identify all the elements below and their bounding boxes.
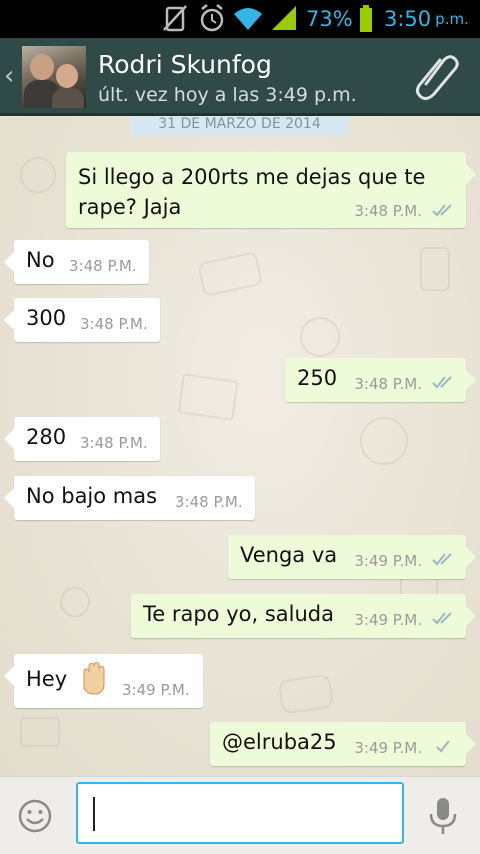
contact-name[interactable]: Rodri Skunfog [98, 50, 272, 79]
message-bubble-outgoing[interactable]: @elruba25 3:49 P.M. [210, 722, 476, 766]
battery-icon [360, 5, 372, 32]
message-bubble-incoming[interactable]: 280 3:48 P.M. [4, 417, 160, 461]
signal-icon [272, 6, 296, 30]
date-divider: 31 DE MARZO DE 2014 [130, 117, 349, 135]
message-text: Venga va [240, 543, 338, 567]
message-time: 3:49 P.M. [354, 739, 422, 757]
double-check-icon [432, 553, 452, 566]
message-time: 3:48 P.M. [69, 257, 137, 275]
composer-bar [0, 776, 480, 854]
message-bubble-outgoing[interactable]: 250 3:48 P.M. [285, 358, 476, 402]
message-bubble-outgoing[interactable]: Si llego a 200rts me dejas que te rape? … [66, 152, 476, 228]
message-input[interactable] [76, 782, 404, 844]
alarm-icon [200, 4, 224, 32]
message-bubble-incoming[interactable]: 300 3:48 P.M. [4, 298, 160, 342]
chat-area[interactable]: 31 DE MARZO DE 2014 Si llego a 200rts me… [0, 117, 480, 776]
battery-percent: 73% [306, 7, 353, 31]
back-chevron-icon[interactable]: ‹ [4, 58, 20, 94]
message-bubble-incoming[interactable]: No 3:48 P.M. [4, 240, 149, 284]
message-text: 280 [26, 425, 67, 449]
message-time: 3:49 P.M. [122, 681, 190, 699]
emoji-icon[interactable] [16, 797, 54, 835]
chat-header: ‹ Rodri Skunfog últ. vez hoy a las 3:49 … [0, 38, 480, 116]
message-bubble-incoming[interactable]: Hey 3:49 P.M. [4, 654, 203, 708]
message-text: No bajo mas [26, 484, 158, 508]
message-text: 250 [297, 366, 338, 390]
message-bubble-incoming[interactable]: No bajo mas 3:48 P.M. [4, 476, 255, 520]
wifi-icon [234, 8, 262, 30]
message-time: 3:48 P.M. [175, 493, 243, 511]
message-time: 3:48 P.M. [80, 434, 148, 452]
double-check-icon [432, 204, 452, 217]
message-time: 3:49 P.M. [354, 552, 422, 570]
status-clock: 3:50 p.m. [384, 0, 469, 38]
no-sim-icon [163, 5, 187, 32]
mic-icon[interactable] [424, 795, 462, 837]
single-check-icon [436, 740, 450, 753]
text-caret [93, 797, 95, 831]
message-text: Te rapo yo, saluda [143, 602, 334, 626]
message-bubble-outgoing[interactable]: Venga va 3:49 P.M. [228, 535, 476, 579]
message-time: 3:48 P.M. [354, 375, 422, 393]
double-check-icon [432, 612, 452, 625]
clock-suffix: p.m. [435, 10, 469, 28]
double-check-icon [432, 376, 452, 389]
message-time: 3:49 P.M. [354, 611, 422, 629]
message-text: Hey [26, 667, 68, 691]
message-text: 300 [26, 306, 67, 330]
message-text: No [26, 248, 55, 272]
message-text: @elruba25 [222, 730, 337, 754]
message-time: 3:48 P.M. [354, 202, 422, 220]
last-seen-status: últ. vez hoy a las 3:49 p.m. [98, 84, 357, 106]
status-bar: 73% 3:50 p.m. [0, 0, 480, 38]
avatar[interactable] [22, 46, 86, 108]
clock-time: 3:50 [384, 7, 432, 31]
message-time: 3:48 P.M. [80, 315, 148, 333]
paperclip-icon[interactable] [412, 52, 462, 102]
message-bubble-outgoing[interactable]: Te rapo yo, saluda 3:49 P.M. [131, 594, 476, 638]
raised-hand-icon [83, 662, 105, 695]
